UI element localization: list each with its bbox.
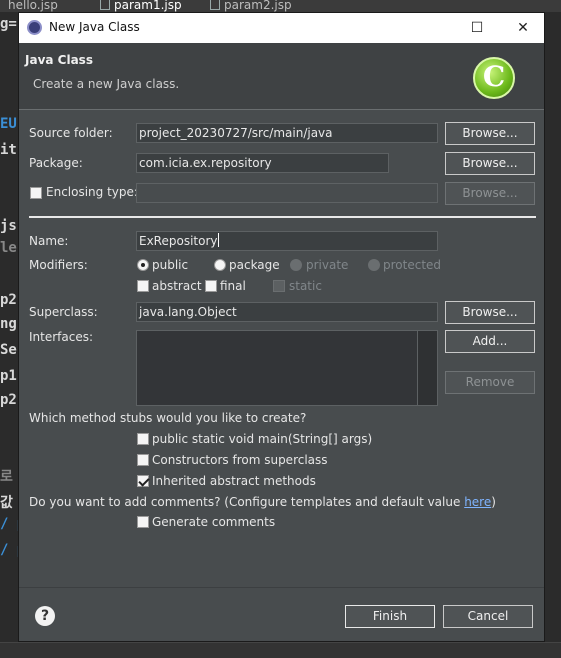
enclosing-type-input[interactable] bbox=[136, 183, 438, 203]
code-fragment: it bbox=[0, 142, 17, 158]
name-label: Name: bbox=[29, 234, 69, 248]
editor-tab-bar: hello.jsp param1.jsp param2.jsp bbox=[0, 0, 561, 12]
java-class-icon: C bbox=[473, 57, 515, 99]
interfaces-scrollbar[interactable] bbox=[417, 331, 437, 405]
code-fragment: Se bbox=[0, 342, 17, 358]
dialog-titlebar: New Java Class ☐ ✕ bbox=[19, 13, 544, 43]
package-input[interactable]: com.icia.ex.repository bbox=[136, 153, 389, 173]
text-caret bbox=[217, 233, 219, 247]
ide-status-strip bbox=[0, 642, 561, 658]
close-button[interactable]: ✕ bbox=[501, 13, 545, 43]
modifiers-label: Modifiers: bbox=[29, 258, 88, 272]
source-folder-input[interactable]: project_20230727/src/main/java bbox=[136, 123, 438, 143]
code-fragment: js bbox=[0, 218, 17, 234]
jsp-file-icon bbox=[100, 0, 110, 10]
code-fragment: ng bbox=[0, 316, 17, 332]
static-checkbox[interactable] bbox=[273, 280, 285, 292]
configure-templates-link[interactable]: here bbox=[464, 495, 491, 509]
banner-divider bbox=[19, 109, 544, 110]
code-fragment: / p bbox=[0, 542, 18, 558]
wizard-subtitle: Create a new Java class. bbox=[33, 77, 180, 91]
section-divider bbox=[29, 216, 536, 218]
package-visibility-label: package bbox=[229, 258, 280, 272]
eclipse-icon bbox=[27, 20, 42, 35]
source-folder-browse-button[interactable]: Browse... bbox=[445, 122, 535, 145]
superclass-browse-button[interactable]: Browse... bbox=[445, 301, 535, 324]
add-interface-button[interactable]: Add... bbox=[445, 330, 535, 353]
interfaces-label: Interfaces: bbox=[29, 330, 94, 344]
package-radio[interactable] bbox=[214, 259, 226, 271]
package-browse-button[interactable]: Browse... bbox=[445, 152, 535, 175]
wizard-heading: Java Class bbox=[25, 53, 93, 67]
window-title: New Java Class bbox=[49, 20, 140, 34]
public-label: public bbox=[152, 258, 189, 272]
jsp-file-icon bbox=[210, 0, 220, 10]
abstract-label: abstract bbox=[152, 279, 202, 293]
comments-question: Do you want to add comments? (Configure … bbox=[29, 495, 496, 509]
static-label: static bbox=[289, 279, 322, 293]
private-label: private bbox=[306, 258, 349, 272]
code-fragment: le bbox=[0, 240, 17, 256]
editor-tab-param2[interactable]: param2.jsp bbox=[210, 0, 292, 12]
name-value: ExRepository bbox=[139, 234, 218, 248]
code-fragment: p2 bbox=[0, 392, 17, 408]
final-checkbox[interactable] bbox=[205, 280, 217, 292]
code-fragment: EU bbox=[0, 116, 17, 132]
main-method-checkbox[interactable] bbox=[137, 433, 149, 445]
code-fragment: p1 bbox=[0, 368, 17, 384]
method-stubs-question: Which method stubs would you like to cre… bbox=[29, 411, 307, 425]
final-label: final bbox=[220, 279, 246, 293]
code-fragment: g= bbox=[0, 16, 17, 32]
protected-radio[interactable] bbox=[368, 259, 380, 271]
superclass-label: Superclass: bbox=[29, 305, 98, 319]
constructors-label: Constructors from superclass bbox=[152, 453, 328, 467]
remove-interface-button[interactable]: Remove bbox=[445, 371, 535, 394]
cancel-button[interactable]: Cancel bbox=[443, 605, 533, 628]
generate-comments-label: Generate comments bbox=[152, 515, 276, 529]
constructors-checkbox[interactable] bbox=[137, 454, 149, 466]
main-method-label: public static void main(String[] args) bbox=[152, 432, 373, 446]
protected-label: protected bbox=[383, 258, 442, 272]
editor-tab-param1[interactable]: param1.jsp bbox=[100, 0, 182, 12]
private-radio[interactable] bbox=[290, 259, 302, 271]
enclosing-type-label: Enclosing type: bbox=[46, 185, 138, 199]
help-icon[interactable]: ? bbox=[35, 606, 55, 626]
enclosing-type-browse-button[interactable]: Browse... bbox=[445, 182, 535, 205]
public-radio[interactable] bbox=[137, 259, 149, 271]
package-label: Package: bbox=[29, 156, 83, 170]
code-fragment: 값 bbox=[0, 495, 13, 511]
source-folder-label: Source folder: bbox=[29, 126, 113, 140]
maximize-button[interactable]: ☐ bbox=[455, 13, 499, 43]
name-input[interactable]: ExRepository bbox=[136, 231, 438, 251]
inherited-methods-checkbox[interactable] bbox=[137, 475, 149, 487]
editor-tab-hello[interactable]: hello.jsp bbox=[8, 0, 58, 12]
interfaces-list[interactable] bbox=[136, 330, 438, 406]
inherited-methods-label: Inherited abstract methods bbox=[152, 474, 316, 488]
abstract-checkbox[interactable] bbox=[137, 280, 149, 292]
finish-button[interactable]: Finish bbox=[345, 605, 435, 628]
footer-divider bbox=[19, 587, 544, 588]
code-fragment: 로 bbox=[0, 469, 13, 485]
code-fragment: p2 bbox=[0, 292, 17, 308]
code-fragment: / p bbox=[0, 516, 18, 532]
new-java-class-dialog: New Java Class ☐ ✕ Java Class Create a n… bbox=[18, 12, 545, 642]
superclass-input[interactable]: java.lang.Object bbox=[136, 302, 438, 322]
wizard-banner: Java Class Create a new Java class. C bbox=[19, 43, 544, 109]
enclosing-type-checkbox[interactable] bbox=[30, 187, 42, 199]
generate-comments-checkbox[interactable] bbox=[137, 516, 149, 528]
